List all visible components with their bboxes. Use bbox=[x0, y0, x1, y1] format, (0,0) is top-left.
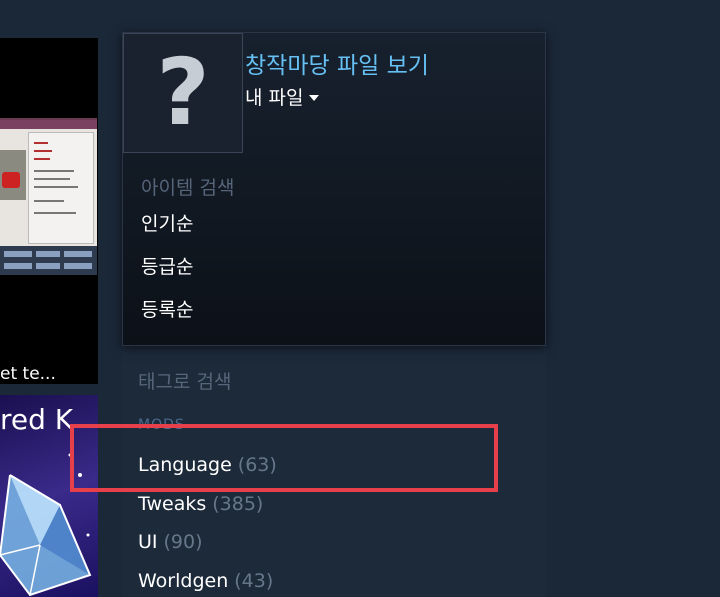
tag-worldgen[interactable]: Worldgen (43) bbox=[138, 570, 273, 592]
my-files-dropdown[interactable]: 내 파일 bbox=[245, 83, 320, 110]
hub-title[interactable]: 창작마당 파일 보기 bbox=[245, 46, 429, 80]
tag-count: (385) bbox=[212, 493, 264, 515]
tag-count: (43) bbox=[234, 570, 274, 592]
browse-label: 아이템 검색 bbox=[141, 177, 235, 199]
tag-name: Tweaks bbox=[138, 493, 207, 515]
workshop-item-thumbnail[interactable]: et te... bbox=[0, 38, 98, 384]
thumbnail-title: red K bbox=[0, 403, 74, 436]
right-background bbox=[546, 0, 720, 597]
tag-name: Worldgen bbox=[138, 570, 229, 592]
caret-down-icon bbox=[309, 94, 320, 101]
tag-name: UI bbox=[138, 531, 158, 553]
sort-rating[interactable]: 등급순 bbox=[141, 252, 193, 279]
tag-search-label: 태그로 검색 bbox=[138, 371, 232, 393]
thumbnail-image bbox=[0, 118, 97, 275]
tag-ui[interactable]: UI (90) bbox=[138, 531, 203, 553]
tag-tweaks[interactable]: Tweaks (385) bbox=[138, 493, 263, 515]
thumbnail-column: et te... red K bbox=[0, 0, 98, 597]
thumbnail-caption[interactable]: et te... bbox=[0, 364, 56, 384]
sort-popular[interactable]: 인기순 bbox=[141, 209, 193, 236]
hub-dropdown: ? 창작마당 파일 보기 내 파일 아이템 검색 인기순 등급순 등록순 bbox=[122, 32, 546, 346]
my-files-label: 내 파일 bbox=[245, 87, 304, 109]
sort-recent[interactable]: 등록순 bbox=[141, 295, 193, 322]
question-mark-icon: ? bbox=[123, 33, 243, 153]
highlight-annotation-box bbox=[70, 424, 498, 492]
tag-count: (90) bbox=[163, 531, 203, 553]
